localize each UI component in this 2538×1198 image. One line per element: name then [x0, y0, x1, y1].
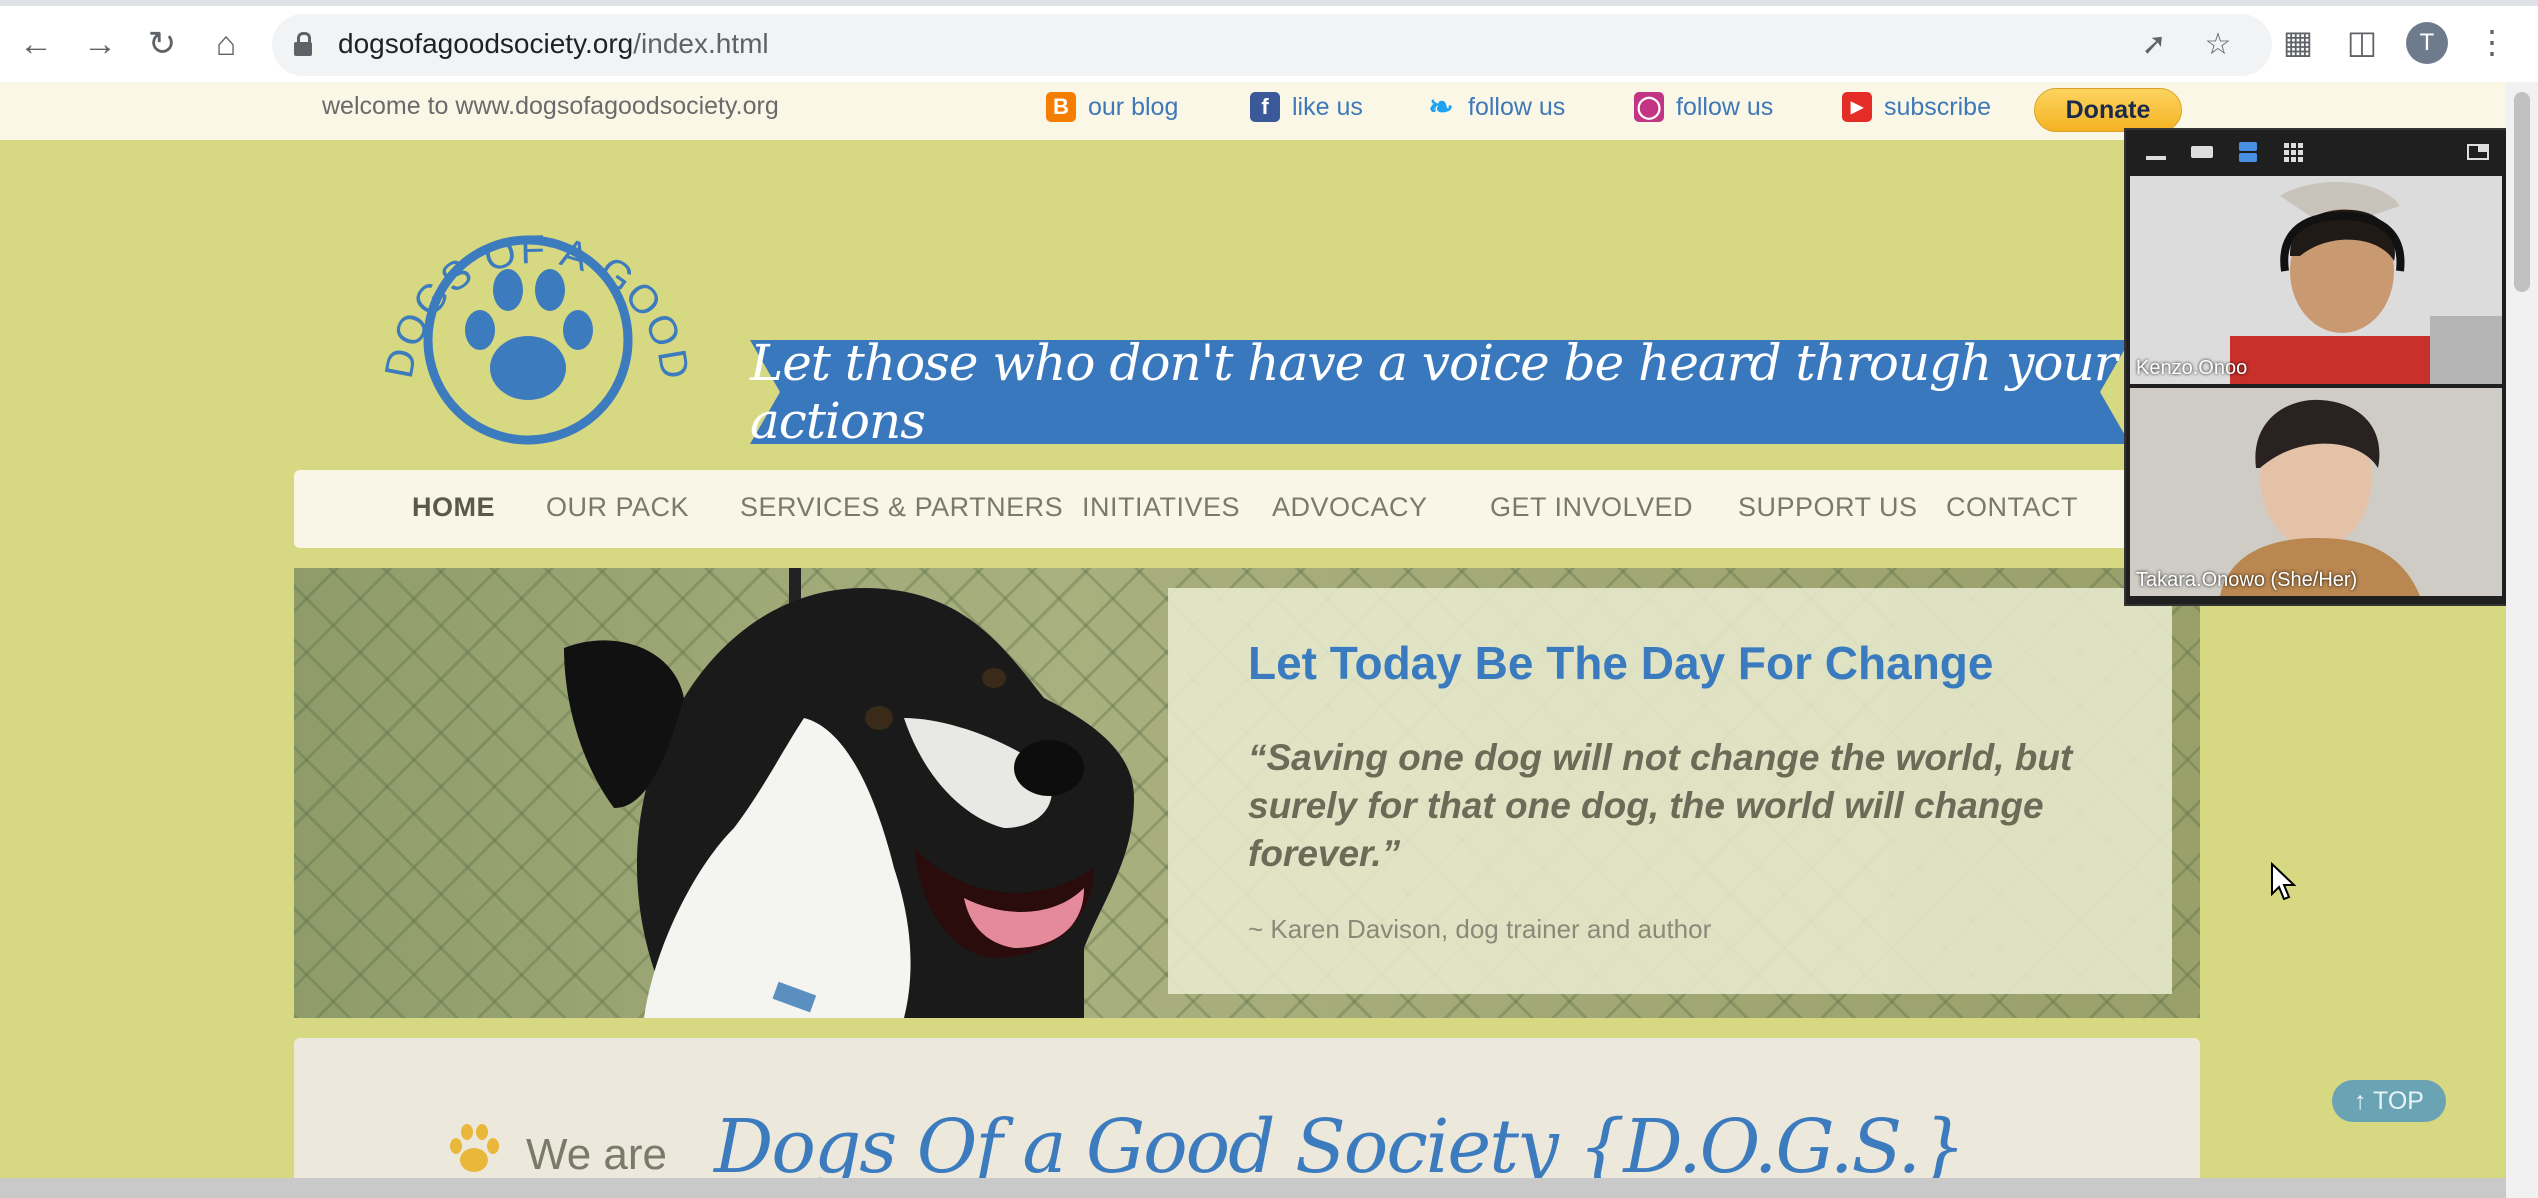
side-panel-icon[interactable]: ◫: [2340, 20, 2384, 64]
tab-strip: [0, 0, 2538, 6]
gallery-strip-icon[interactable]: [2236, 140, 2260, 164]
mouse-cursor-icon: [2271, 862, 2297, 901]
youtube-icon: ▶: [1842, 92, 1872, 122]
nav-home[interactable]: HOME: [412, 492, 495, 523]
site-logo[interactable]: DOGS OF A GOOD SOCIETY: [372, 178, 692, 468]
twitter-icon: ❧: [1428, 90, 1454, 124]
participant-video: [2130, 388, 2502, 596]
facebook-link[interactable]: f like us: [1250, 92, 1363, 122]
paw-icon: [450, 1124, 499, 1172]
participant-name: Takara.Onowo (She/Her): [2136, 569, 2358, 591]
grid-view-icon[interactable]: [2282, 140, 2306, 164]
dog-photo: [564, 568, 1134, 1018]
lock-icon[interactable]: [294, 32, 312, 56]
hero-quote: “Saving one dog will not change the worl…: [1248, 737, 2073, 874]
home-icon[interactable]: ⌂: [204, 22, 248, 66]
speaker-view-icon[interactable]: [2190, 140, 2214, 164]
blog-link-label: our blog: [1088, 92, 1179, 121]
nav-advocacy[interactable]: ADVOCACY: [1272, 492, 1428, 523]
participant-tile[interactable]: Takara.Onowo (She/Her): [2130, 388, 2502, 596]
participant-tile[interactable]: Kenzo.Onoo: [2130, 176, 2502, 384]
facebook-link-label: like us: [1292, 92, 1363, 121]
menu-icon[interactable]: ⋮: [2470, 20, 2514, 64]
nav-contact[interactable]: CONTACT: [1946, 492, 2078, 523]
participant-name: Kenzo.Onoo: [2136, 357, 2248, 379]
extensions-icon[interactable]: ▦: [2276, 20, 2320, 64]
hero-slide: Let Today Be The Day For Change “Saving …: [294, 568, 2200, 1018]
url-text[interactable]: dogsofagoodsociety.org/index.html: [338, 28, 769, 60]
nav-initiatives[interactable]: INITIATIVES: [1082, 492, 1240, 523]
scrollbar-thumb[interactable]: [2514, 92, 2530, 292]
blog-link[interactable]: B our blog: [1046, 92, 1178, 122]
blogger-icon: B: [1046, 92, 1076, 122]
profile-avatar[interactable]: T: [2406, 22, 2448, 64]
nav-support-us[interactable]: SUPPORT US: [1738, 492, 1918, 523]
nav-our-pack[interactable]: OUR PACK: [546, 492, 689, 523]
instagram-icon: ◯: [1634, 92, 1664, 122]
video-call-panel[interactable]: Kenzo.Onoo Takara.Onowo (She/Her): [2124, 128, 2508, 606]
hero-title: Let Today Be The Day For Change: [1248, 637, 1994, 689]
address-bar[interactable]: dogsofagoodsociety.org/index.html ➚ ☆: [272, 14, 2272, 76]
nav-services-partners[interactable]: SERVICES & PARTNERS: [740, 492, 1063, 523]
instagram-link[interactable]: ◯ follow us: [1634, 92, 1773, 122]
facebook-icon: f: [1250, 92, 1280, 122]
donate-button[interactable]: Donate: [2034, 88, 2182, 132]
minimize-icon[interactable]: [2144, 140, 2168, 164]
video-panel-toolbar: [2126, 130, 2506, 174]
status-strip: [0, 1178, 2506, 1198]
youtube-link-label: subscribe: [1884, 92, 1991, 121]
hero-author: ~ Karen Davison, dog trainer and author: [1248, 914, 1712, 944]
welcome-text: welcome to www.dogsofagoodsociety.org: [322, 92, 779, 120]
share-icon[interactable]: ➚: [2134, 24, 2174, 64]
twitter-link-label: follow us: [1468, 92, 1566, 121]
browser-toolbar: ← → ↻ ⌂ dogsofagoodsociety.org/index.htm…: [0, 0, 2538, 83]
intro-prefix: We are: [526, 1130, 668, 1179]
instagram-link-label: follow us: [1676, 92, 1774, 121]
page-scrollbar[interactable]: [2506, 82, 2538, 1198]
star-icon[interactable]: ☆: [2198, 24, 2238, 64]
youtube-link[interactable]: ▶ subscribe: [1842, 92, 1991, 122]
exit-minimized-icon[interactable]: [2466, 140, 2490, 164]
tagline-text: Let those who don't have a voice be hear…: [750, 334, 2118, 450]
participant-video: [2130, 176, 2502, 384]
reload-icon[interactable]: ↻: [140, 22, 184, 66]
quote-box: Let Today Be The Day For Change “Saving …: [1168, 588, 2172, 994]
nav-get-involved[interactable]: GET INVOLVED: [1490, 492, 1693, 523]
back-to-top-button[interactable]: ↑ TOP: [2332, 1080, 2446, 1122]
forward-icon[interactable]: →: [78, 22, 122, 66]
back-icon[interactable]: ←: [14, 22, 58, 66]
intro-section: We are Dogs Of a Good Society {D.O.G.S.}: [294, 1038, 2200, 1198]
main-nav: HOME OUR PACK SERVICES & PARTNERS INITIA…: [294, 470, 2200, 548]
twitter-link[interactable]: ❧ follow us: [1426, 90, 1566, 124]
